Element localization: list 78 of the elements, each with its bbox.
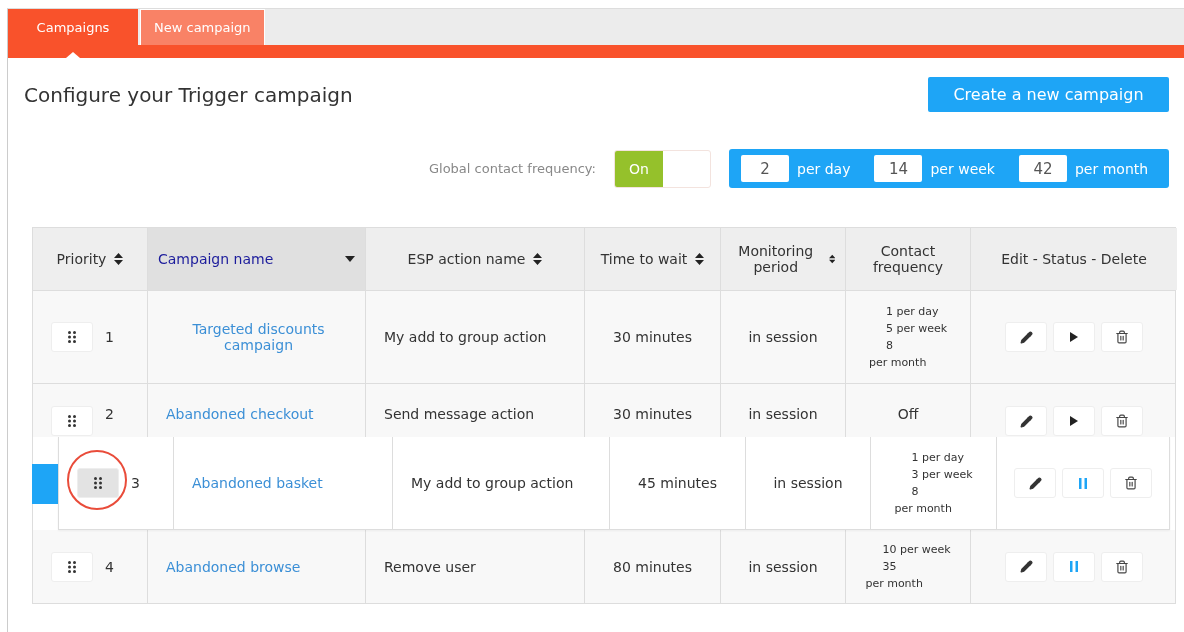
- delete-button[interactable]: [1101, 551, 1143, 582]
- pencil-icon: [1019, 414, 1033, 428]
- sort-icon[interactable]: [695, 253, 705, 265]
- frequency-unit: per month: [1074, 160, 1149, 177]
- monitoring-period: in session: [748, 558, 818, 575]
- edit-button[interactable]: [1005, 551, 1047, 582]
- frequency-line: 1 per day: [884, 304, 940, 320]
- action-name: Send message action: [384, 406, 535, 422]
- wait-time: 80 minutes: [613, 558, 692, 575]
- grip-icon: [94, 477, 102, 489]
- grip-icon: [68, 415, 76, 427]
- priority-number: 2: [105, 406, 114, 422]
- drag-handle[interactable]: [51, 322, 93, 352]
- drag-handle[interactable]: [51, 406, 93, 436]
- frequency-line: per month: [894, 501, 953, 517]
- pause-button[interactable]: [1062, 468, 1104, 498]
- pencil-icon: [1019, 330, 1033, 344]
- frequency-line: 5 per week: [884, 321, 948, 337]
- edit-button[interactable]: [1005, 406, 1047, 436]
- grip-icon: [68, 331, 76, 343]
- frequency-unit: per week: [930, 160, 995, 177]
- campaign-link[interactable]: Abandoned basket: [192, 475, 323, 491]
- monitoring-period: in session: [773, 475, 843, 491]
- frequency-line: 35: [881, 559, 898, 575]
- frequency-line: per month: [868, 355, 928, 371]
- pause-button[interactable]: [1053, 551, 1095, 582]
- wait-time: 30 minutes: [613, 406, 692, 422]
- pencil-icon: [1028, 476, 1042, 490]
- drag-handle[interactable]: [77, 468, 119, 498]
- monitoring-period: in session: [748, 329, 818, 345]
- action-name: My add to group action: [411, 475, 574, 491]
- wait-time: 30 minutes: [613, 329, 692, 345]
- dragged-row[interactable]: 3 Abandoned basket My add to group action 45 minutes in session 1 per day 3 per week 8 per month: [58, 437, 1170, 530]
- frequency-line: 1 per day: [910, 450, 965, 466]
- frequency-unit: per day: [797, 160, 851, 177]
- frequency-line: per month: [865, 576, 924, 592]
- play-icon: [1070, 332, 1078, 342]
- frequency-input[interactable]: 42: [1018, 155, 1067, 182]
- action-name: Remove user: [384, 558, 476, 575]
- column-header[interactable]: Campaign name: [148, 228, 366, 290]
- priority-number: 3: [131, 475, 140, 491]
- pause-icon: [1079, 477, 1087, 489]
- sort-icon[interactable]: [114, 253, 124, 265]
- delete-button[interactable]: [1110, 468, 1152, 498]
- frequency-input[interactable]: 2: [741, 155, 789, 182]
- sort-icon[interactable]: [533, 253, 543, 265]
- play-button[interactable]: [1053, 406, 1095, 436]
- frequency-line: 3 per week: [910, 467, 973, 483]
- trash-icon: [1124, 476, 1138, 490]
- action-name: My add to group action: [384, 329, 547, 345]
- page-title: Configure your Trigger campaign: [24, 82, 353, 107]
- pencil-icon: [1019, 560, 1033, 573]
- edit-button[interactable]: [1014, 468, 1056, 498]
- drop-marker: [32, 463, 58, 504]
- play-icon: [1070, 416, 1078, 426]
- wait-time: 45 minutes: [638, 475, 717, 491]
- highlight-circle: [67, 450, 127, 510]
- frequency-line: 10 per week: [881, 542, 951, 558]
- frequency-line: 8: [884, 338, 894, 354]
- play-button[interactable]: [1053, 322, 1095, 352]
- delete-button[interactable]: [1101, 322, 1143, 352]
- frequency-label: Global contact frequency:: [428, 161, 596, 176]
- sort-icon[interactable]: [828, 253, 835, 265]
- drag-handle[interactable]: [51, 551, 93, 582]
- priority-number: 4: [105, 558, 114, 575]
- monitoring-period: in session: [748, 406, 818, 422]
- frequency-line: 8: [910, 484, 920, 500]
- caret-icon[interactable]: [345, 256, 355, 262]
- frequency-input[interactable]: 14: [874, 155, 923, 182]
- edit-button[interactable]: [1005, 322, 1047, 352]
- trash-icon: [1115, 414, 1129, 428]
- pause-icon: [1070, 561, 1078, 572]
- trash-icon: [1115, 330, 1129, 344]
- grip-icon: [68, 560, 76, 573]
- delete-button[interactable]: [1101, 406, 1143, 436]
- priority-number: 1: [105, 329, 114, 345]
- trash-icon: [1115, 559, 1129, 574]
- contact-frequency: Off: [897, 406, 919, 422]
